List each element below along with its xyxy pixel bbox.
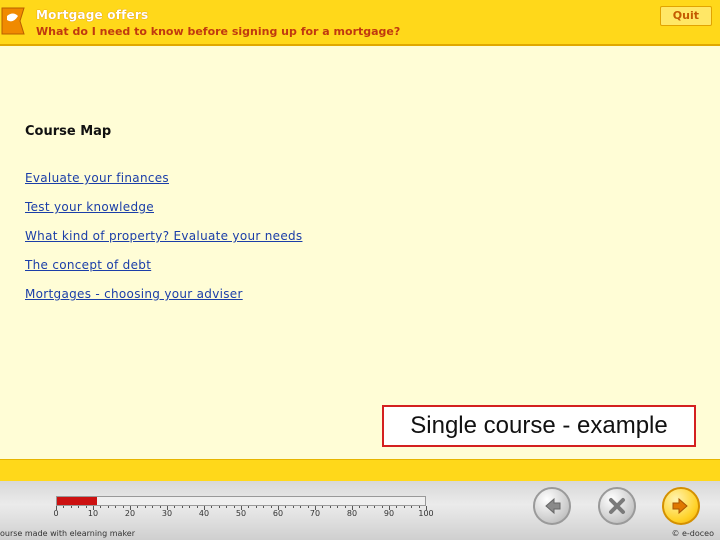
progress-tick	[381, 506, 383, 508]
progress-tick	[337, 506, 339, 508]
progress-tick-label: 0	[53, 509, 59, 518]
caption-box: Single course - example	[382, 405, 696, 447]
progress-tick	[70, 506, 72, 508]
footer-credit-right: © e-doceo	[671, 529, 714, 538]
progress-tick	[322, 506, 324, 508]
progress-tick-label: 60	[272, 509, 284, 518]
progress-tick	[418, 506, 420, 508]
course-link-evaluate-finances[interactable]: Evaluate your finances	[25, 171, 169, 185]
course-link-property-needs[interactable]: What kind of property? Evaluate your nee…	[25, 229, 302, 243]
progress-tick	[115, 506, 117, 508]
progress-tick	[366, 506, 368, 508]
course-map-title: Course Map	[25, 124, 112, 139]
progress-tick	[107, 506, 109, 508]
footer-band	[0, 459, 720, 482]
progress-tick	[78, 506, 80, 508]
progress-bar	[56, 496, 426, 506]
course-link-test-knowledge[interactable]: Test your knowledge	[25, 200, 154, 214]
progress-tick	[152, 506, 154, 508]
back-button[interactable]	[533, 487, 571, 525]
progress-tick	[396, 506, 398, 508]
progress-tick	[137, 506, 139, 508]
progress-tick	[248, 506, 250, 508]
progress-tick-label: 10	[87, 509, 99, 518]
close-button[interactable]	[598, 487, 636, 525]
progress-tick	[263, 506, 265, 508]
progress-tick	[181, 506, 183, 508]
page-subtitle: What do I need to know before signing up…	[36, 25, 401, 38]
progress-tick	[292, 506, 294, 508]
progress-tick-label: 40	[198, 509, 210, 518]
progress-tick	[344, 506, 346, 508]
list-item: What kind of property? Evaluate your nee…	[25, 225, 302, 243]
progress-tick	[329, 506, 331, 508]
course-link-concept-debt[interactable]: The concept of debt	[25, 258, 151, 272]
progress-tick	[255, 506, 257, 508]
footer-credit-left: ourse made with elearning maker	[0, 529, 135, 538]
page-title: Mortgage offers	[36, 8, 149, 22]
progress-tick	[189, 506, 191, 508]
header-bar: Mortgage offers What do I need to know b…	[0, 0, 720, 46]
progress-tick-label: 70	[309, 509, 321, 518]
progress-tick-label: 100	[418, 509, 434, 518]
next-arrow-icon	[672, 497, 688, 515]
progress-tick-label: 50	[235, 509, 247, 518]
progress-tick	[211, 506, 213, 508]
progress-tick	[300, 506, 302, 508]
course-link-choosing-adviser[interactable]: Mortgages - choosing your adviser	[25, 287, 243, 301]
list-item: The concept of debt	[25, 254, 302, 272]
progress-tick-label: 30	[161, 509, 173, 518]
progress-tick	[100, 506, 102, 508]
progress-tick-label: 20	[124, 509, 136, 518]
progress-tick	[233, 506, 235, 508]
progress-tick	[218, 506, 220, 508]
list-item: Evaluate your finances	[25, 167, 302, 185]
progress-tick-label: 80	[346, 509, 358, 518]
progress-tick	[144, 506, 146, 508]
progress-tick	[285, 506, 287, 508]
progress-tick	[85, 506, 87, 508]
progress-tick	[359, 506, 361, 508]
progress-tick	[196, 506, 198, 508]
next-button[interactable]	[662, 487, 700, 525]
course-logo-icon	[1, 7, 25, 35]
back-arrow-icon	[545, 497, 561, 515]
progress-tick	[307, 506, 309, 508]
course-map: Course Map Evaluate your finances Test y…	[25, 124, 302, 312]
progress-tick-label: 90	[383, 509, 395, 518]
progress-tick	[374, 506, 376, 508]
progress-tick	[122, 506, 124, 508]
list-item: Test your knowledge	[25, 196, 302, 214]
progress-tick	[270, 506, 272, 508]
list-item: Mortgages - choosing your adviser	[25, 283, 302, 301]
quit-button[interactable]: Quit	[659, 6, 712, 26]
progress-tick	[403, 506, 405, 508]
progress-fill	[57, 497, 98, 505]
course-map-links: Evaluate your finances Test your knowled…	[25, 167, 302, 301]
progress-tick	[411, 506, 413, 508]
close-x-icon	[609, 498, 625, 514]
progress-tick	[174, 506, 176, 508]
progress-tick	[159, 506, 161, 508]
progress-tick	[63, 506, 65, 508]
progress-tick	[226, 506, 228, 508]
